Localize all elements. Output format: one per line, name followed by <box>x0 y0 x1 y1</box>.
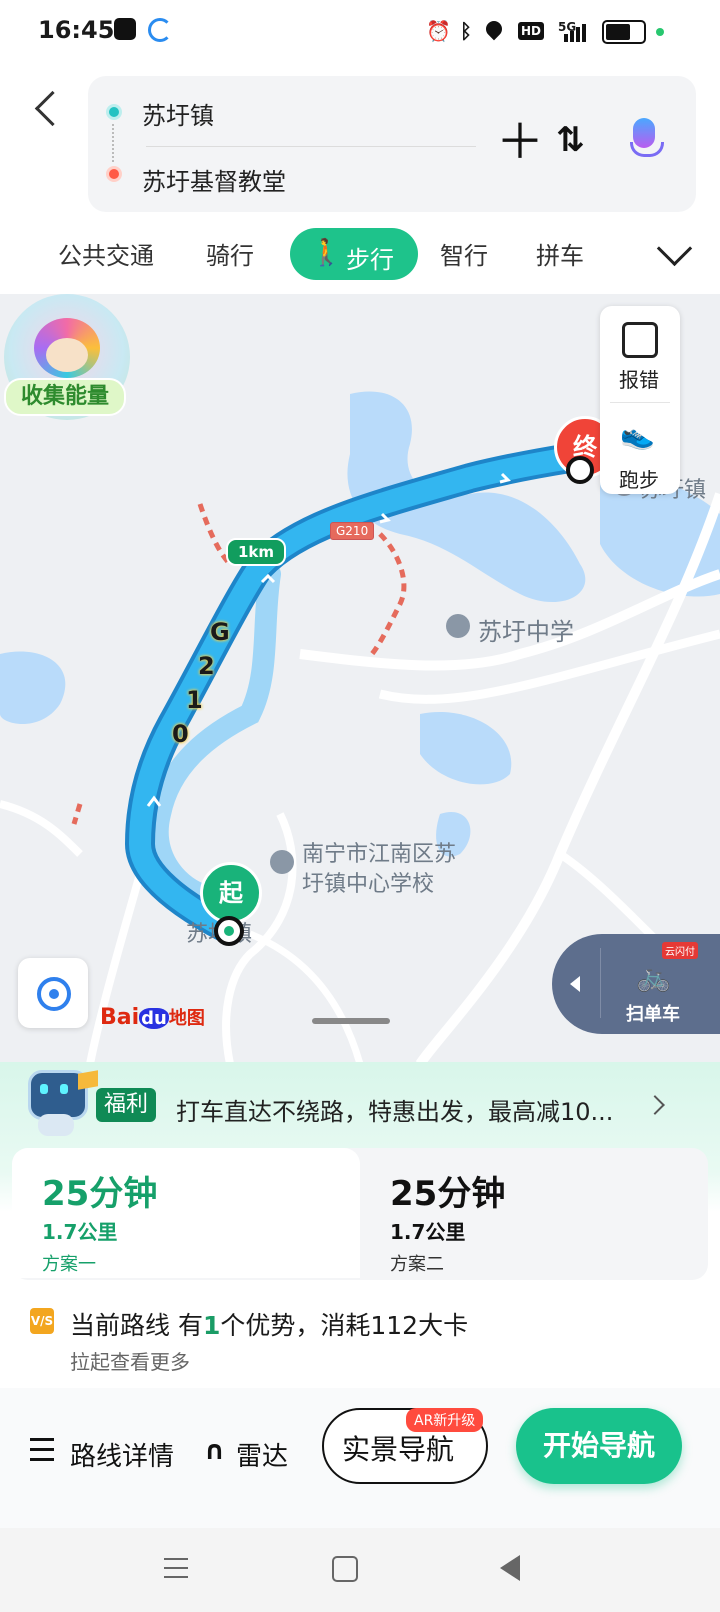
system-nav-bar <box>0 1528 720 1612</box>
list-icon <box>30 1438 58 1462</box>
drag-handle[interactable] <box>312 1018 390 1024</box>
advantage-text[interactable]: 当前路线 有1个优势，消耗112大卡 <box>70 1306 468 1342</box>
status-bar: 16:45 ⏰ ᛒ HD 5G <box>0 0 720 64</box>
plan-card-1[interactable]: 25分钟 1.7公里 方案一 <box>12 1148 360 1278</box>
map-tools-card: 报错 👟 跑步 <box>600 306 680 494</box>
promo-text[interactable]: 打车直达不绕路，特惠出发，最高减10... <box>176 1092 613 1127</box>
plan-name: 方案一 <box>42 1254 96 1275</box>
bluetooth-icon: ᛒ <box>460 19 472 43</box>
plan-duration: 25分钟 <box>42 1174 158 1214</box>
destination-dot-icon <box>106 166 122 182</box>
divider <box>146 146 476 147</box>
map-notification-icon <box>148 18 172 42</box>
start-marker[interactable]: 起 <box>200 862 262 924</box>
plan-card-2[interactable]: 25分钟 1.7公里 方案二 <box>360 1148 708 1278</box>
home-nav-icon[interactable] <box>332 1556 358 1582</box>
running-button[interactable]: 跑步 <box>619 464 659 493</box>
battery-icon <box>602 20 646 44</box>
back-nav-icon[interactable] <box>500 1555 520 1581</box>
poi-middle-school[interactable]: 苏圩中学 <box>478 612 574 647</box>
collect-energy-button[interactable]: 收集能量 <box>4 378 126 416</box>
plan-distance: 1.7公里 <box>42 1220 118 1244</box>
voice-input-button[interactable] <box>628 118 664 166</box>
advantage-hint: 拉起查看更多 <box>70 1350 190 1374</box>
start-navigation-button[interactable]: 开始导航 <box>516 1408 682 1484</box>
location-icon <box>482 17 506 41</box>
tab-walking-label: 步行 <box>346 246 394 274</box>
end-point <box>566 456 594 484</box>
privacy-dot <box>656 28 664 36</box>
distance-marker: 1km <box>226 538 287 566</box>
back-button[interactable] <box>30 88 71 127</box>
school-poi-icon <box>270 850 294 874</box>
status-time: 16:45 <box>38 16 115 44</box>
welfare-badge: 福利 <box>96 1088 156 1122</box>
crosshair-icon <box>37 977 71 1011</box>
tab-transit[interactable]: 公共交通 <box>58 236 154 271</box>
route-road-label: G 2 1 0 <box>172 618 230 748</box>
walking-icon: 🚶 <box>310 238 343 268</box>
plan-duration: 25分钟 <box>390 1174 506 1214</box>
locate-button[interactable] <box>18 958 88 1028</box>
scan-bike-panel[interactable]: 🚲 云闪付 扫单车 <box>552 934 720 1034</box>
destination-field[interactable]: 苏圩基督教堂 <box>142 162 286 197</box>
route-connector <box>112 124 114 162</box>
start-point <box>214 916 244 946</box>
radar-icon: ∩ <box>204 1436 226 1466</box>
plan-distance: 1.7公里 <box>390 1220 466 1244</box>
radar-button[interactable]: 雷达 <box>236 1436 288 1473</box>
plan-name: 方案二 <box>390 1254 444 1275</box>
tab-cycling[interactable]: 骑行 <box>206 236 254 271</box>
app-notification-icon <box>114 18 136 40</box>
signal-icon <box>560 24 588 42</box>
tab-walking[interactable]: 🚶 步行 <box>290 228 418 280</box>
report-error-button[interactable]: 报错 <box>619 364 659 393</box>
origin-dot-icon <box>106 104 122 120</box>
school-poi-icon <box>446 614 470 638</box>
pay-badge: 云闪付 <box>662 942 698 959</box>
collapse-arrow-icon[interactable] <box>570 976 580 992</box>
map-view[interactable]: G 2 1 0 G210 1km 苏圩中学 南宁市江南区苏 圩镇中心学校 苏圩镇… <box>0 294 720 1064</box>
swap-route-button[interactable]: ⇅ <box>556 120 585 160</box>
alarm-icon: ⏰ <box>426 19 451 43</box>
menu-nav-icon[interactable] <box>164 1558 188 1578</box>
tab-smart[interactable]: 智行 <box>440 236 488 271</box>
scan-bike-label: 扫单车 <box>626 1004 680 1025</box>
route-details-button[interactable]: 路线详情 <box>70 1436 174 1473</box>
robot-mascot-icon <box>24 1064 98 1140</box>
hd-icon: HD <box>518 22 545 40</box>
road-shield: G210 <box>330 522 375 540</box>
bike-icon: 🚲 <box>636 960 671 993</box>
tab-carpool[interactable]: 拼车 <box>536 236 584 271</box>
origin-field[interactable]: 苏圩镇 <box>142 96 214 131</box>
shoe-icon: 👟 <box>620 418 655 451</box>
ar-upgrade-badge: AR新升级 <box>406 1408 484 1432</box>
add-waypoint-button[interactable]: ＋ <box>496 118 544 166</box>
back-arrow-icon <box>34 90 71 127</box>
edit-icon <box>622 322 658 358</box>
vs-icon: V/S <box>30 1308 54 1334</box>
ar-navigation-label: 实景导航 <box>342 1433 455 1466</box>
poi-primary-school[interactable]: 南宁市江南区苏 圩镇中心学校 <box>302 840 456 900</box>
baidu-logo: Bai du 地图 <box>100 1005 205 1030</box>
